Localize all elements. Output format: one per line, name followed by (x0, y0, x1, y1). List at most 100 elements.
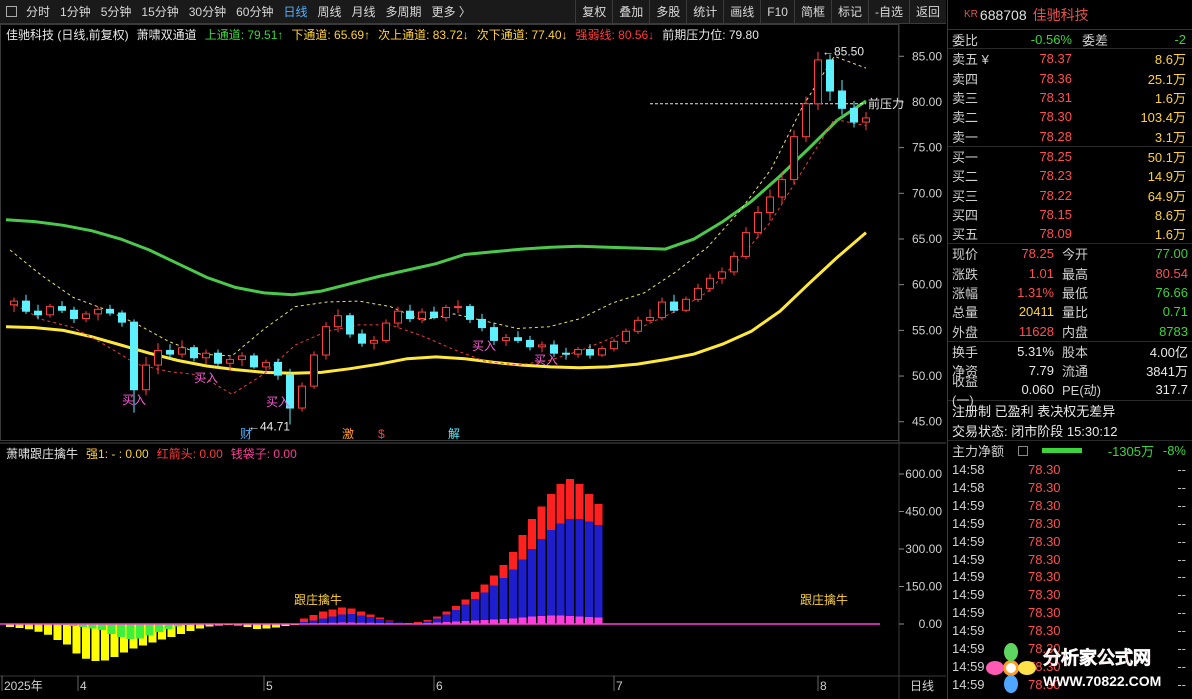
sub-bar-blue (480, 592, 489, 624)
toolbar-button-1[interactable]: 叠加 (612, 0, 649, 24)
kline-chart[interactable]: 85.00 80.00 75.00 70.00 65.00 60.00 55.00 50.00… (0, 24, 946, 699)
tick-time: 14:59 (952, 533, 985, 549)
sub-bar-blue (594, 525, 603, 624)
ask-level-2[interactable]: 卖四 78.36 25.1万 (948, 69, 1192, 88)
ask-volume: 1.6万 (1154, 91, 1186, 107)
tab-period-2[interactable]: 5分钟 (96, 0, 137, 24)
sub-tick-label: 150.00 (905, 580, 942, 594)
quote-value: 20411 (1018, 304, 1054, 320)
toolbar-button-7[interactable]: 标记 (830, 0, 868, 24)
candle-body (106, 308, 114, 314)
sub-bar-blue (575, 519, 584, 624)
bid-label: 买三 (952, 188, 979, 204)
buy-signal-label: 买入 (194, 371, 218, 385)
candle-body (358, 333, 366, 344)
toggle-panel-icon[interactable] (6, 6, 17, 17)
tick-row: 14:59 78.30 -- (948, 622, 1192, 640)
quote-value: 78.25 (1021, 246, 1054, 262)
stat-value: 0.060 (1021, 382, 1054, 398)
x-axis-label: 7 (616, 679, 623, 693)
main-flow-pct: -8% (1162, 443, 1186, 459)
bid-label: 买一 (952, 149, 979, 165)
tab-period-5[interactable]: 60分钟 (231, 0, 278, 24)
sub-bar-blue (547, 530, 555, 624)
toolbar-button-8[interactable]: -自选 (867, 0, 909, 24)
legend-item-1: 下通道: 65.69↑ (291, 28, 371, 42)
tick-volume: -- (1177, 605, 1186, 621)
tab-period-7[interactable]: 周线 (312, 0, 346, 24)
tab-period-6[interactable]: 日线 (278, 0, 312, 24)
sub-tick-label: 0.00 (919, 617, 943, 631)
tick-time: 14:59 (952, 587, 985, 603)
chart-canvas[interactable]: 85.0080.0075.0070.0065.0060.0055.0050.00… (0, 24, 946, 699)
tick-row: 14:59 78.30 -- (948, 532, 1192, 550)
list-icon[interactable] (1018, 445, 1028, 456)
buy-signal-label: 买入 (534, 353, 558, 367)
bid-level-4[interactable]: 买四 78.15 8.6万 (948, 205, 1192, 224)
toolbar-button-3[interactable]: 统计 (686, 0, 723, 24)
sub-bar-green (107, 624, 116, 634)
sub-bar-magenta (528, 616, 536, 624)
tick-price: 78.30 (1028, 497, 1061, 513)
candle-body (322, 326, 330, 356)
main-flow-row: 主力净额 -1305万 -8% (948, 441, 1192, 461)
quote-row: 外盘 11628 内盘 8783 (948, 321, 1192, 340)
sub-bar-green (145, 624, 154, 636)
tab-period-10[interactable]: 更多 〉 (427, 0, 476, 24)
sub-bar-negative (34, 624, 43, 632)
candle-body (778, 179, 786, 198)
toolbar-button-2[interactable]: 多股 (649, 0, 686, 24)
bid-level-2[interactable]: 买二 78.23 14.9万 (948, 166, 1192, 185)
toolbar-button-4[interactable]: 画线 (723, 0, 760, 24)
candle-body (502, 337, 510, 341)
ask-level-5[interactable]: 卖一 78.28 3.1万 (948, 126, 1192, 145)
bid-level-1[interactable]: 买一 78.25 50.1万 (948, 147, 1192, 166)
diff-label: 委差 (1082, 32, 1109, 48)
ask-levels: 卖五 ¥ 78.37 8.6万 卖四 78.36 25.1万 卖三 78.31 1.6万 卖二 78… (948, 49, 1192, 147)
quote-label: 外盘 (952, 324, 979, 340)
ask-level-1[interactable]: 卖五 ¥ 78.37 8.6万 (948, 49, 1192, 68)
event-marker-1[interactable]: 激 (342, 427, 354, 441)
bid-level-3[interactable]: 买三 78.22 64.9万 (948, 185, 1192, 204)
quote-stats: 现价 78.25 今开 77.00 涨跌 1.01 最高 80.54 涨幅 1.31% 最低 76.6… (948, 244, 1192, 342)
ask-label: 卖三 (952, 91, 979, 107)
ask-level-3[interactable]: 卖三 78.31 1.6万 (948, 88, 1192, 107)
toolbar-button-5[interactable]: F10 (760, 0, 794, 24)
sub-legend-items: 强1: - : 0.00 红箭头: 0.00 钱袋子: 0.00 (86, 445, 297, 462)
bid-label: 买四 (952, 207, 979, 223)
event-marker-3[interactable]: 解 (448, 427, 460, 441)
sub-bar-blue (357, 615, 365, 624)
price-tick-label: 80.00 (912, 95, 942, 109)
sub-legend-item-2: 钱袋子: 0.00 (230, 447, 297, 461)
quote-value: 1.01 (1028, 265, 1054, 281)
candle-body (730, 255, 738, 273)
bid-volume: 50.1万 (1147, 149, 1186, 165)
period-label: 日线 (910, 679, 934, 693)
tab-period-0[interactable]: 分时 (21, 0, 55, 24)
legend-item-3: 次下通道: 77.40↓ (476, 28, 568, 42)
x-axis-label: 8 (820, 679, 827, 693)
ask-label: 卖五 ¥ (952, 52, 989, 68)
bid-level-5[interactable]: 买五 78.09 1.6万 (948, 224, 1192, 243)
sub-bar-magenta (594, 617, 603, 624)
tick-row: 14:59 78.30 -- (948, 586, 1192, 604)
ask-level-4[interactable]: 卖二 78.30 103.4万 (948, 107, 1192, 126)
tab-period-4[interactable]: 30分钟 (184, 0, 231, 24)
toolbar-button-9[interactable]: 返回 (908, 0, 946, 24)
price-tick-label: 70.00 (912, 186, 942, 200)
toolbar-button-6[interactable]: 简框 (793, 0, 831, 24)
stock-flags: 注册制 已盈利 表决权无差异 (952, 404, 1116, 420)
candle-body (238, 355, 246, 361)
trade-status: 交易状态: 闭市阶段 15:30:12 (952, 423, 1118, 439)
event-marker-2[interactable]: $ (378, 427, 385, 441)
bid-label: 买二 (952, 169, 979, 185)
event-marker-0[interactable]: 财 (240, 427, 252, 441)
quote-label: 量比 (1062, 305, 1089, 321)
candle-body (754, 212, 762, 234)
candle-body (70, 309, 78, 319)
tab-period-1[interactable]: 1分钟 (55, 0, 96, 24)
tab-period-3[interactable]: 15分钟 (136, 0, 183, 24)
tab-period-8[interactable]: 月线 (347, 0, 381, 24)
tab-period-9[interactable]: 多周期 (381, 0, 427, 24)
toolbar-button-0[interactable]: 复权 (575, 0, 612, 24)
